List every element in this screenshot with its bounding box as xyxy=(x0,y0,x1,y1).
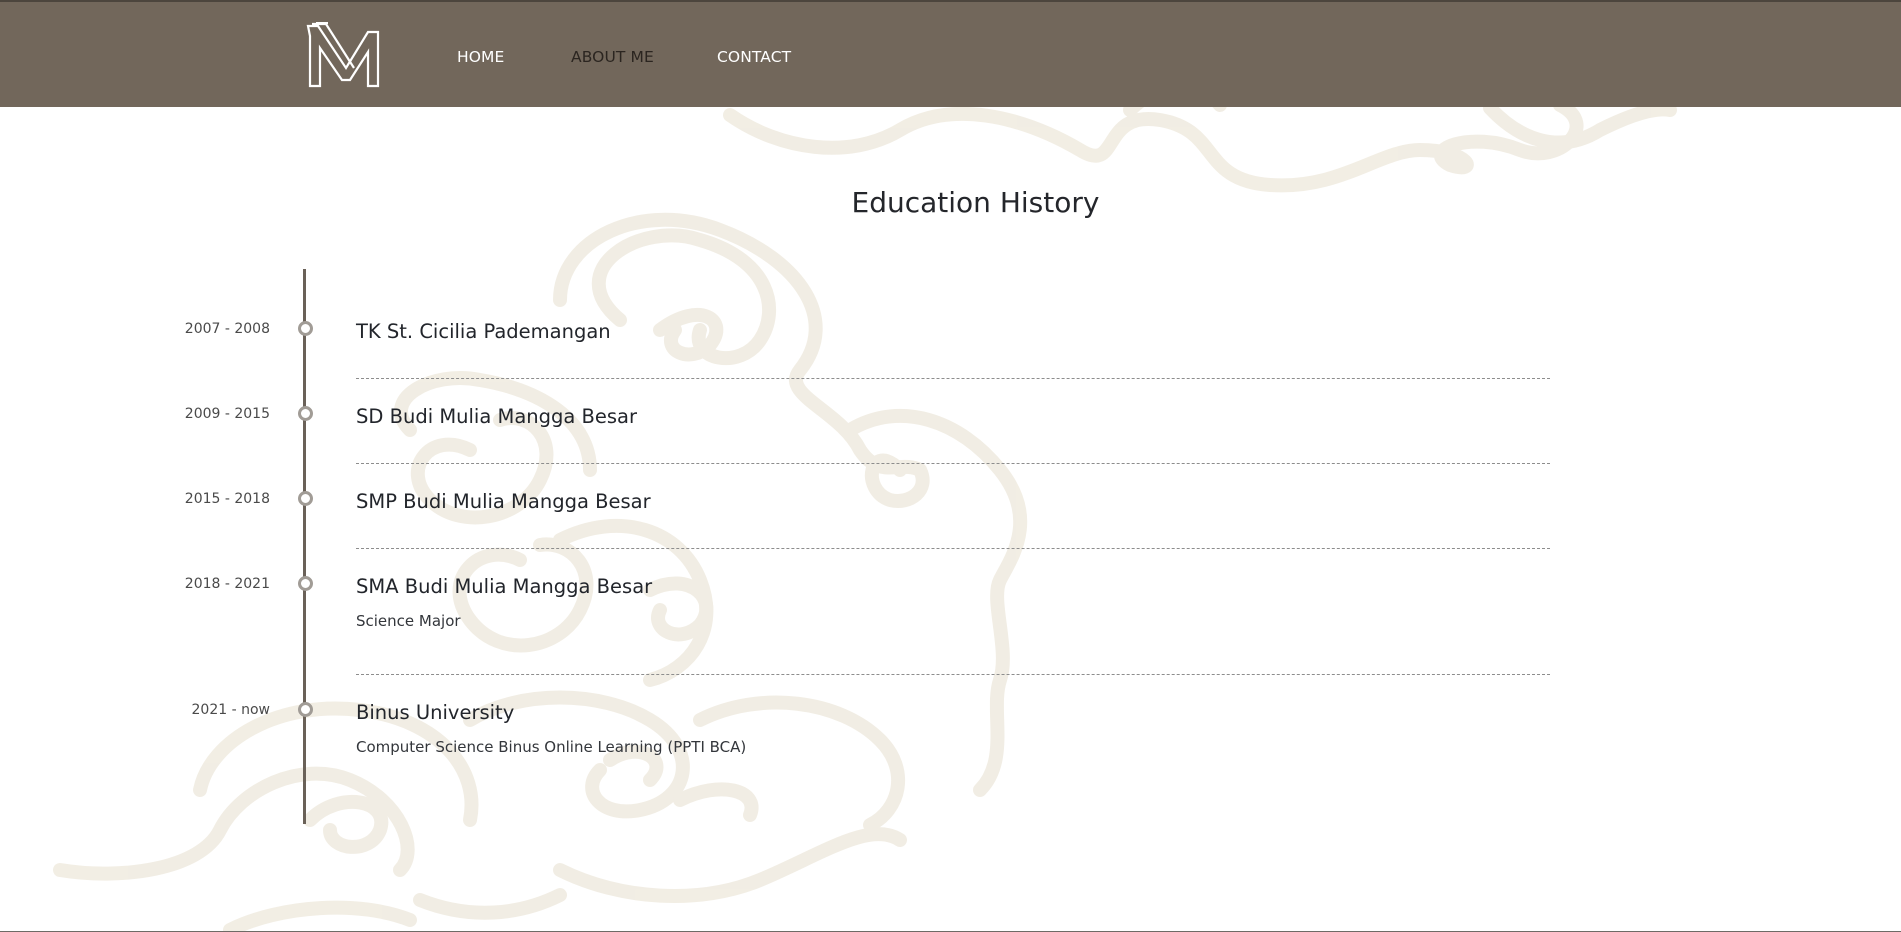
timeline-school-name: SD Budi Mulia Mangga Besar xyxy=(356,405,638,428)
timeline-description: Computer Science Binus Online Learning (… xyxy=(356,738,747,756)
timeline-dot-icon xyxy=(298,321,313,336)
timeline-school-name: SMP Budi Mulia Mangga Besar xyxy=(356,490,651,513)
timeline-date: 2015 - 2018 xyxy=(184,491,270,507)
timeline-description: Science Major xyxy=(356,612,461,630)
timeline-date: 2018 - 2021 xyxy=(184,576,270,592)
m-logo-icon[interactable] xyxy=(306,22,384,88)
nav-contact-link[interactable]: CONTACT xyxy=(717,48,791,66)
page: HOME ABOUT ME CONTACT Education History … xyxy=(0,0,1901,932)
timeline-school-name: Binus University xyxy=(356,701,515,724)
timeline-divider xyxy=(356,463,1550,464)
timeline-dot-icon xyxy=(298,406,313,421)
timeline-date: 2007 - 2008 xyxy=(184,321,270,337)
timeline-dot-icon xyxy=(298,702,313,717)
nav-about-me-link[interactable]: ABOUT ME xyxy=(571,48,654,66)
timeline-date: 2009 - 2015 xyxy=(184,406,270,422)
timeline-school-name: TK St. Cicilia Pademangan xyxy=(356,320,611,343)
timeline-divider xyxy=(356,674,1550,675)
timeline-dot-icon xyxy=(298,491,313,506)
nav-home-link[interactable]: HOME xyxy=(457,48,504,66)
timeline-line xyxy=(303,269,306,824)
section-title: Education History xyxy=(851,186,1100,219)
timeline-date: 2021 - now xyxy=(191,702,270,718)
cloud-pattern-background xyxy=(53,79,1677,932)
timeline-divider xyxy=(356,378,1550,379)
timeline-school-name: SMA Budi Mulia Mangga Besar xyxy=(356,575,653,598)
timeline-dot-icon xyxy=(298,576,313,591)
timeline-divider xyxy=(356,548,1550,549)
top-navbar: HOME ABOUT ME CONTACT xyxy=(0,0,1901,107)
